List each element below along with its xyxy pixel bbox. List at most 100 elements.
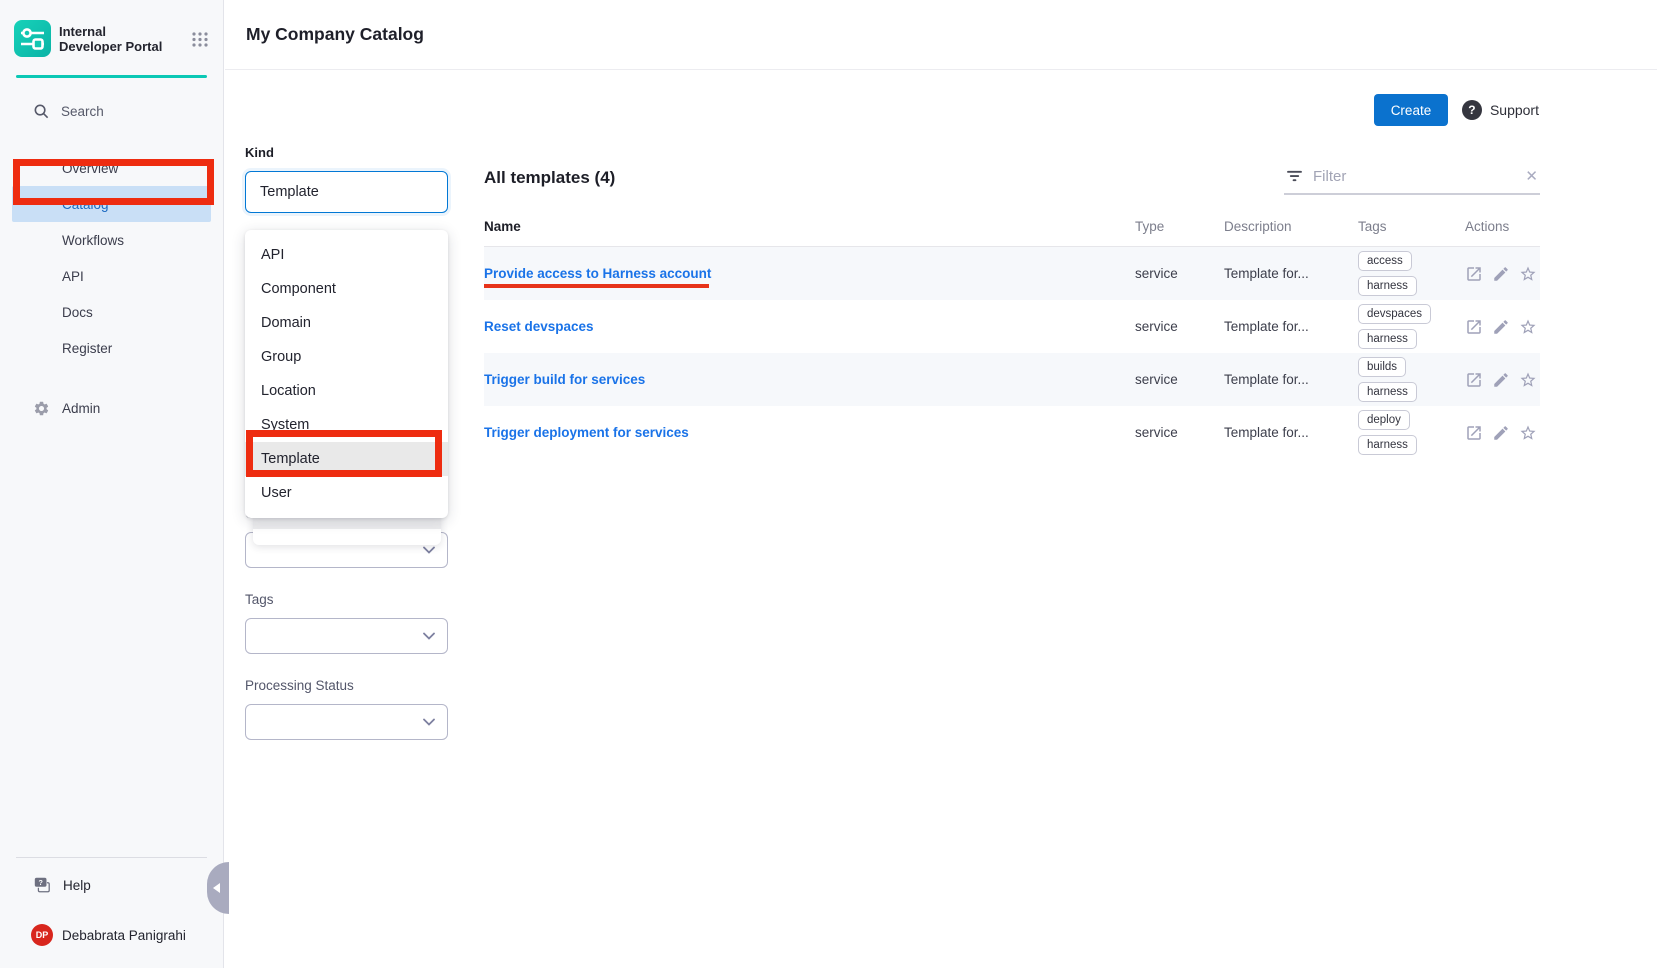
kind-option-domain[interactable]: Domain bbox=[245, 306, 448, 340]
filter-funnel-icon bbox=[1286, 170, 1303, 183]
nav-label: API bbox=[62, 269, 84, 284]
sidebar-search[interactable]: Search bbox=[0, 94, 223, 128]
tags-cell: access harness bbox=[1358, 247, 1465, 300]
kind-label: Kind bbox=[245, 145, 448, 160]
user-row[interactable]: DP Debabrata Panigrahi bbox=[0, 912, 223, 968]
kind-option-location[interactable]: Location bbox=[245, 374, 448, 408]
type-cell: service bbox=[1135, 319, 1224, 334]
open-in-new-icon[interactable] bbox=[1465, 371, 1483, 389]
chevron-left-icon bbox=[213, 883, 220, 893]
idp-logo-icon bbox=[14, 20, 51, 57]
sidebar-item-admin[interactable]: Admin bbox=[0, 390, 223, 426]
table-row: Provide access to Harness account servic… bbox=[484, 247, 1540, 300]
tag-chip: deploy bbox=[1358, 410, 1410, 430]
support-button[interactable]: ? Support bbox=[1462, 100, 1539, 120]
open-in-new-icon[interactable] bbox=[1465, 265, 1483, 283]
kind-option-template[interactable]: Template bbox=[245, 442, 448, 476]
nav-label: Workflows bbox=[62, 233, 124, 248]
tags-cell: deploy harness bbox=[1358, 406, 1465, 459]
col-type: Type bbox=[1135, 219, 1224, 234]
table-row: Trigger build for services service Templ… bbox=[484, 353, 1540, 406]
sidebar-bottom: ? Help DP Debabrata Panigrahi bbox=[0, 857, 223, 968]
kind-select[interactable]: Template bbox=[245, 171, 448, 213]
page-header: My Company Catalog bbox=[225, 0, 1657, 70]
star-icon[interactable] bbox=[1519, 424, 1537, 442]
search-label: Search bbox=[61, 104, 104, 119]
template-link[interactable]: Trigger deployment for services bbox=[484, 425, 1135, 440]
tag-chip: harness bbox=[1358, 276, 1417, 296]
option-label: Component bbox=[261, 281, 336, 297]
tag-chip: builds bbox=[1358, 357, 1406, 377]
tags-cell: builds harness bbox=[1358, 353, 1465, 406]
description-cell: Template for... bbox=[1224, 372, 1358, 387]
logo-title: Internal Developer Portal bbox=[59, 24, 167, 54]
star-icon[interactable] bbox=[1519, 318, 1537, 336]
table-header-row: Name Type Description Tags Actions bbox=[484, 207, 1540, 247]
tags-select[interactable] bbox=[245, 618, 448, 654]
actions-cell bbox=[1465, 265, 1540, 283]
option-label: Template bbox=[261, 451, 320, 467]
kind-option-group[interactable]: Group bbox=[245, 340, 448, 374]
col-actions: Actions bbox=[1465, 219, 1540, 234]
actions-cell bbox=[1465, 371, 1540, 389]
processing-status-select[interactable] bbox=[245, 704, 448, 740]
template-link[interactable]: Reset devspaces bbox=[484, 319, 1135, 334]
template-link[interactable]: Provide access to Harness account bbox=[484, 266, 1135, 281]
type-cell: service bbox=[1135, 425, 1224, 440]
sidebar-item-register[interactable]: Register bbox=[0, 330, 223, 366]
kind-option-system[interactable]: System bbox=[245, 408, 448, 442]
option-label: Domain bbox=[261, 315, 311, 331]
kind-option-user[interactable]: User bbox=[245, 476, 448, 510]
tag-chip: harness bbox=[1358, 329, 1417, 349]
col-name: Name bbox=[484, 219, 1135, 234]
kind-option-component[interactable]: Component bbox=[245, 272, 448, 306]
option-label: API bbox=[261, 247, 284, 263]
col-tags: Tags bbox=[1358, 219, 1465, 234]
type-cell: service bbox=[1135, 266, 1224, 281]
edit-pencil-icon[interactable] bbox=[1492, 371, 1510, 389]
tags-label: Tags bbox=[245, 592, 448, 607]
templates-table-section: All templates (4) ✕ Name Type Descriptio… bbox=[484, 160, 1540, 459]
description-cell: Template for... bbox=[1224, 425, 1358, 440]
sidebar-item-overview[interactable]: Overview bbox=[0, 150, 223, 186]
tag-chip: devspaces bbox=[1358, 304, 1431, 324]
tag-chip: access bbox=[1358, 251, 1412, 271]
accent-rule bbox=[16, 75, 207, 78]
sidebar-nav: Overview Catalog Workflows API Docs Regi… bbox=[0, 150, 223, 366]
close-icon[interactable]: ✕ bbox=[1525, 169, 1538, 184]
sidebar-item-catalog[interactable]: Catalog bbox=[12, 186, 211, 222]
nav-label: Docs bbox=[62, 305, 93, 320]
table-row: Reset devspaces service Template for... … bbox=[484, 300, 1540, 353]
avatar: DP bbox=[31, 924, 53, 946]
page-title: My Company Catalog bbox=[246, 24, 424, 45]
edit-pencil-icon[interactable] bbox=[1492, 318, 1510, 336]
help-chat-icon: ? bbox=[33, 876, 51, 894]
actions-cell bbox=[1465, 318, 1540, 336]
edit-pencil-icon[interactable] bbox=[1492, 265, 1510, 283]
sidebar-item-api[interactable]: API bbox=[0, 258, 223, 294]
table-top: All templates (4) ✕ bbox=[484, 160, 1540, 195]
open-in-new-icon[interactable] bbox=[1465, 318, 1483, 336]
help-button[interactable]: ? Help bbox=[0, 858, 223, 912]
star-icon[interactable] bbox=[1519, 265, 1537, 283]
open-in-new-icon[interactable] bbox=[1465, 424, 1483, 442]
create-button[interactable]: Create bbox=[1374, 94, 1448, 126]
question-circle-icon: ? bbox=[1462, 100, 1482, 120]
gear-icon bbox=[33, 400, 50, 417]
template-link[interactable]: Trigger build for services bbox=[484, 372, 1135, 387]
edit-pencil-icon[interactable] bbox=[1492, 424, 1510, 442]
star-icon[interactable] bbox=[1519, 371, 1537, 389]
chevron-down-icon bbox=[423, 718, 435, 726]
filter-input[interactable] bbox=[1313, 168, 1515, 185]
sidebar-item-workflows[interactable]: Workflows bbox=[0, 222, 223, 258]
option-label: System bbox=[261, 417, 309, 433]
sidebar-item-docs[interactable]: Docs bbox=[0, 294, 223, 330]
search-icon bbox=[33, 103, 50, 120]
nav-label: Catalog bbox=[62, 197, 109, 212]
table-row: Trigger deployment for services service … bbox=[484, 406, 1540, 459]
apps-grid-icon[interactable] bbox=[191, 30, 209, 48]
description-cell: Template for... bbox=[1224, 319, 1358, 334]
chevron-down-icon bbox=[423, 632, 435, 640]
tags-cell: devspaces harness bbox=[1358, 300, 1465, 353]
kind-option-api[interactable]: API bbox=[245, 238, 448, 272]
